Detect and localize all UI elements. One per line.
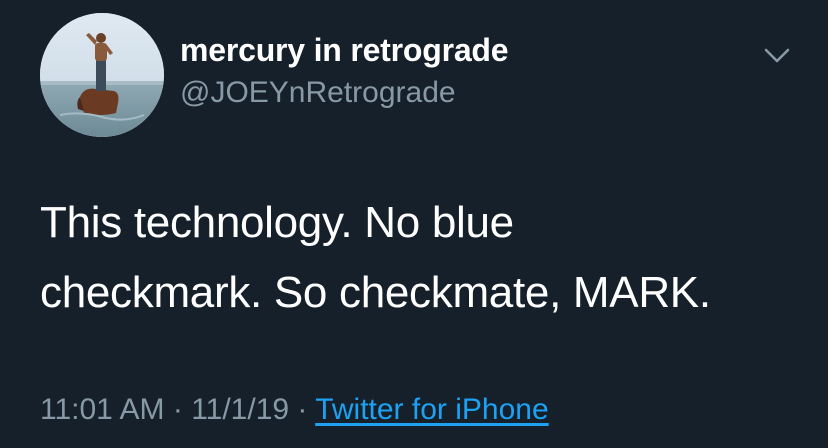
avatar-photo [40,13,164,137]
chevron-down-icon[interactable] [760,38,794,72]
tweet-text-line: This technology. No blue [40,198,514,247]
tweet-time[interactable]: 11:01 AM [40,393,165,426]
tweet-card: mercury in retrograde @JOEYnRetrograde T… [0,0,828,448]
meta-separator: · [164,393,192,426]
meta-separator: · [289,393,316,426]
tweet-meta: 11:01 AM · 11/1/19 · Twitter for iPhone [40,393,549,427]
tweet-source-link[interactable]: Twitter for iPhone [315,393,548,426]
user-handle[interactable]: @JOEYnRetrograde [180,76,456,110]
tweet-text-line: checkmark. So checkmate, MARK. [40,268,711,317]
avatar[interactable] [40,13,164,137]
display-name[interactable]: mercury in retrograde [180,32,509,69]
tweet-date[interactable]: 11/1/19 [191,393,289,426]
tweet-text: This technology. No blue checkmark. So c… [40,188,800,328]
